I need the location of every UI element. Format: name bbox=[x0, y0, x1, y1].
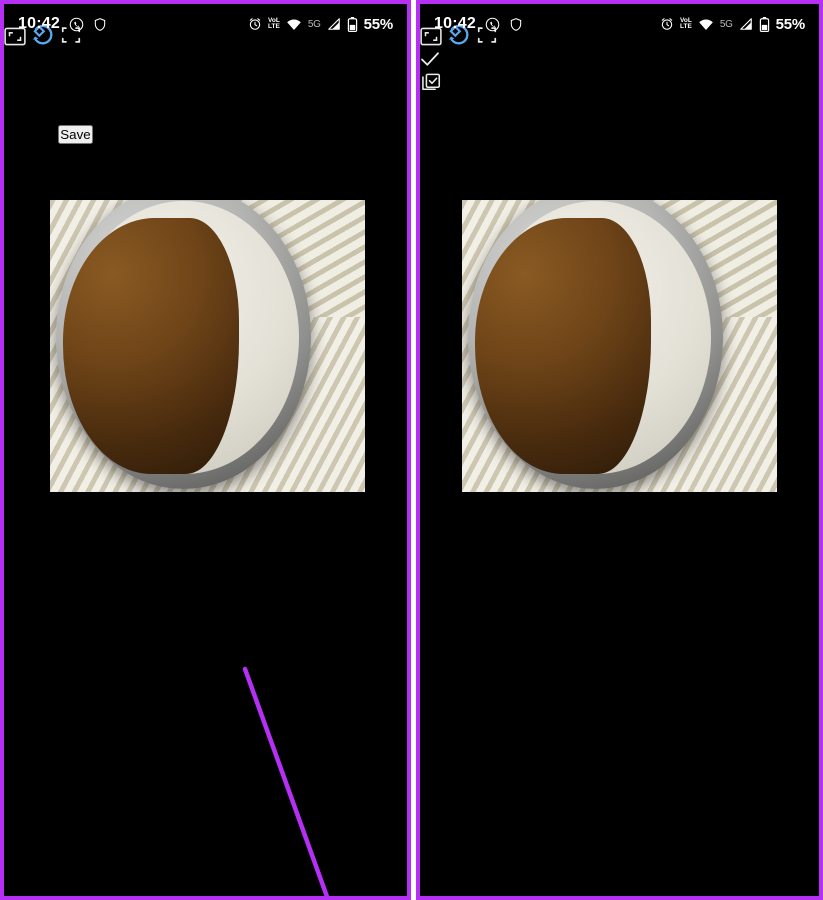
menu-item-copy-text: Save as copy Your original won't change bbox=[446, 81, 733, 98]
save-menu: Save You can always undo these changes S… bbox=[420, 51, 819, 99]
tab-crop-label: Crop bbox=[4, 71, 39, 88]
wifi-icon bbox=[286, 18, 302, 31]
battery-percent: 55% bbox=[775, 15, 806, 33]
volte-icon: VoL LTE bbox=[268, 17, 280, 30]
indian-food-thali-photo bbox=[462, 200, 777, 492]
signal-icon bbox=[327, 17, 341, 31]
save-menu-highlight: Save You can always undo these changes S… bbox=[420, 51, 819, 99]
battery-icon bbox=[347, 16, 358, 32]
editor-tabs: ✦✧ Suggestions Crop Tools Adjust bbox=[4, 51, 407, 125]
status-time: 10:42 bbox=[18, 15, 60, 32]
whatsapp-icon bbox=[485, 17, 500, 32]
status-time: 10:42 bbox=[434, 15, 476, 32]
menu-item-copy-subtitle: Your original won't change bbox=[546, 81, 734, 98]
sparkle-icon: ✦✧ bbox=[4, 53, 31, 70]
network-5g-label: 5G bbox=[307, 18, 321, 30]
status-bar-left: 10:42 bbox=[434, 15, 523, 33]
shield-icon bbox=[93, 17, 107, 32]
crop-viewport[interactable] bbox=[462, 200, 777, 492]
shield-icon bbox=[509, 17, 523, 32]
menu-item-save-title: Save bbox=[444, 54, 481, 71]
status-bar-right: VoL LTE 5G 55% bbox=[660, 16, 805, 33]
photo-editor-screen-left: 10:42 VoL LTE 5G 55% 0° Reset ✦✧ Suggest… bbox=[4, 4, 407, 896]
status-bar-left: 10:42 bbox=[18, 15, 107, 33]
tab-suggestions[interactable]: ✦✧ Suggestions bbox=[4, 51, 407, 71]
alarm-icon bbox=[660, 17, 674, 31]
menu-item-save-text: Save You can always undo these changes bbox=[444, 54, 744, 71]
whatsapp-icon bbox=[69, 17, 84, 32]
volte-icon: VoL LTE bbox=[680, 17, 692, 30]
tab-adjust[interactable]: Adjust bbox=[4, 107, 407, 125]
cancel-button[interactable]: Cancel bbox=[4, 126, 54, 143]
tab-tools[interactable]: Tools bbox=[4, 89, 407, 107]
bottom-bar: ✦✧ Suggestions Crop Tools Adjust Cancel bbox=[4, 51, 407, 144]
menu-item-save[interactable]: Save You can always undo these changes bbox=[420, 51, 819, 72]
tab-adjust-label: Adjust bbox=[4, 107, 49, 124]
tab-crop[interactable]: Crop bbox=[4, 71, 407, 89]
indian-food-thali-photo bbox=[50, 200, 365, 492]
signal-icon bbox=[739, 17, 753, 31]
wifi-icon bbox=[698, 18, 714, 31]
menu-item-copy-title: Save as copy bbox=[446, 81, 543, 98]
action-row: Cancel Save bbox=[4, 125, 407, 144]
photo-editor-screen-right: 10:42 VoL LTE 5G 55% 0° Reset Save You c… bbox=[420, 4, 819, 896]
menu-item-save-subtitle: You can always undo these changes bbox=[485, 54, 745, 71]
check-icon bbox=[420, 52, 444, 71]
crop-viewport[interactable] bbox=[50, 200, 365, 492]
save-button[interactable]: Save bbox=[58, 125, 93, 144]
tab-tools-label: Tools bbox=[4, 89, 42, 106]
battery-percent: 55% bbox=[363, 15, 394, 33]
phone-screenshot-right: 10:42 VoL LTE 5G 55% 0° Reset Save You c… bbox=[416, 0, 823, 900]
status-bar: 10:42 VoL LTE 5G 55% bbox=[4, 4, 407, 44]
copy-icon bbox=[420, 73, 446, 98]
tab-suggestions-label: Suggestions bbox=[35, 53, 124, 70]
status-bar-right: VoL LTE 5G 55% bbox=[248, 16, 393, 33]
network-5g-label: 5G bbox=[719, 18, 733, 30]
save-options-sheet: Save You can always undo these changes S… bbox=[420, 51, 819, 99]
status-bar: 10:42 VoL LTE 5G 55% bbox=[420, 4, 819, 44]
phone-screenshot-left: 10:42 VoL LTE 5G 55% 0° Reset ✦✧ Suggest… bbox=[0, 0, 411, 900]
menu-item-save-as-copy[interactable]: Save as copy Your original won't change bbox=[420, 72, 819, 99]
screenshot-stage: 10:42 VoL LTE 5G 55% 0° Reset ✦✧ Suggest… bbox=[0, 0, 823, 900]
alarm-icon bbox=[248, 17, 262, 31]
battery-icon bbox=[759, 16, 770, 32]
